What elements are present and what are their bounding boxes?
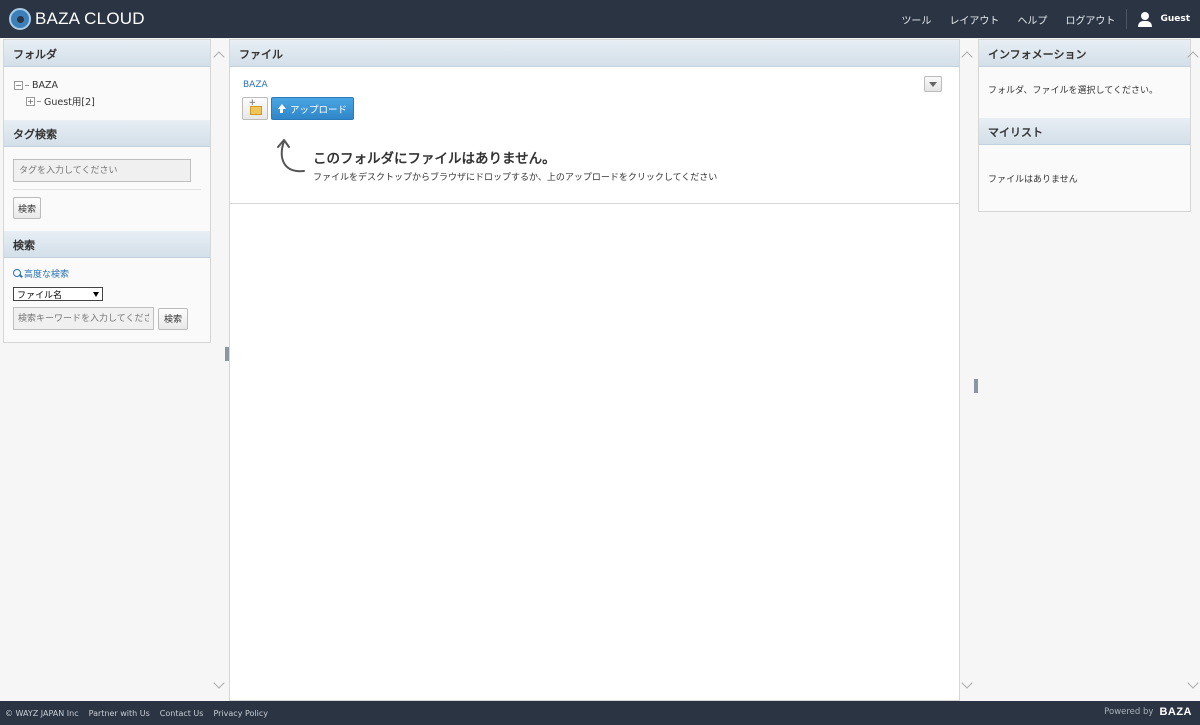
scroll-down-icon[interactable] bbox=[213, 677, 225, 689]
folder-tree: − BAZA + Guest用[2] bbox=[4, 67, 210, 120]
powered-by[interactable]: Powered by BAZA bbox=[1104, 706, 1192, 718]
divider bbox=[13, 189, 201, 190]
top-bar: BAZA CLOUD ツール レイアウト ヘルプ ログアウト Guest bbox=[0, 0, 1200, 38]
scroll-up-icon[interactable] bbox=[1187, 51, 1199, 63]
tag-search-title: タグ検索 bbox=[4, 120, 210, 147]
footer-privacy-link[interactable]: Privacy Policy bbox=[213, 709, 268, 718]
tree-connector bbox=[25, 84, 29, 86]
mylist-empty-text: ファイルはありません bbox=[988, 175, 1078, 185]
left-scrollbar[interactable] bbox=[212, 39, 226, 701]
expand-icon[interactable]: + bbox=[26, 96, 35, 106]
left-panel: フォルダ − BAZA + Guest用[2] タグ検索 検索 検索 高度な検索… bbox=[3, 39, 211, 343]
empty-state-hint: ファイルをデスクトップからブラウザにドロップするか、上のアップロードをクリックし… bbox=[313, 173, 718, 183]
baza-logo-icon bbox=[9, 8, 31, 30]
folder-panel-title: フォルダ bbox=[4, 40, 210, 67]
new-folder-icon bbox=[249, 98, 262, 115]
right-collapse-handle[interactable] bbox=[974, 379, 978, 393]
scroll-down-icon[interactable] bbox=[1187, 677, 1199, 689]
center-scrollbar[interactable] bbox=[960, 39, 974, 701]
keyword-row: 検索 bbox=[13, 307, 201, 330]
file-panel: ファイル BAZA アップロード このフォルダにファイルはありません。 ファイル… bbox=[229, 39, 960, 701]
search-field-value: ファイル名 bbox=[17, 290, 63, 301]
top-nav: ツール レイアウト ヘルプ ログアウト Guest bbox=[883, 0, 1190, 38]
tree-node-label[interactable]: Guest用[2] bbox=[44, 94, 95, 108]
baza-wordmark-logo: BAZA bbox=[1159, 706, 1192, 718]
footer: © WAYZ JAPAN Inc Partner with Us Contact… bbox=[0, 701, 1200, 725]
info-text: フォルダ、ファイルを選択してください。 bbox=[988, 86, 1159, 96]
right-panel: インフォメーション フォルダ、ファイルを選択してください。 マイリスト ファイル… bbox=[978, 39, 1191, 212]
footer-copyright: © WAYZ JAPAN Inc bbox=[5, 708, 79, 718]
right-scrollbar[interactable] bbox=[1186, 39, 1200, 701]
tree-node-root[interactable]: − BAZA bbox=[14, 77, 200, 93]
search-field-select[interactable]: ファイル名 bbox=[13, 287, 103, 301]
scroll-up-icon[interactable] bbox=[213, 51, 225, 63]
search-body: 高度な検索 ファイル名 検索 bbox=[4, 258, 210, 330]
nav-layout[interactable]: レイアウト bbox=[949, 12, 999, 27]
tag-search-body: 検索 bbox=[4, 147, 210, 231]
user-icon bbox=[1138, 11, 1153, 27]
user-menu[interactable]: Guest bbox=[1138, 11, 1190, 27]
advanced-search-link[interactable]: 高度な検索 bbox=[13, 266, 201, 280]
brand[interactable]: BAZA CLOUD bbox=[9, 7, 145, 31]
search-icon bbox=[13, 268, 22, 278]
collapse-icon[interactable]: − bbox=[14, 80, 23, 90]
search-title: 検索 bbox=[4, 231, 210, 258]
nav-tools[interactable]: ツール bbox=[901, 12, 931, 27]
tree-node-label[interactable]: BAZA bbox=[32, 80, 58, 91]
new-folder-button[interactable] bbox=[242, 97, 268, 120]
footer-contact-link[interactable]: Contact Us bbox=[160, 709, 204, 718]
nav-logout[interactable]: ログアウト bbox=[1065, 12, 1115, 27]
scroll-up-icon[interactable] bbox=[961, 51, 973, 63]
chevron-down-icon bbox=[93, 291, 99, 297]
curved-arrow-icon bbox=[277, 139, 305, 173]
scroll-down-icon[interactable] bbox=[961, 677, 973, 689]
nav-divider bbox=[1126, 9, 1128, 29]
upload-button[interactable]: アップロード bbox=[271, 97, 354, 120]
powered-by-label: Powered by bbox=[1104, 707, 1154, 717]
options-dropdown[interactable] bbox=[924, 76, 942, 92]
info-panel-title: インフォメーション bbox=[979, 40, 1190, 67]
file-panel-title: ファイル bbox=[230, 40, 959, 67]
tree-connector bbox=[37, 100, 41, 102]
footer-partner-link[interactable]: Partner with Us bbox=[89, 709, 150, 718]
tag-input[interactable] bbox=[13, 159, 191, 182]
keyword-input[interactable] bbox=[13, 307, 154, 330]
user-name: Guest bbox=[1160, 14, 1190, 24]
caret-down-icon bbox=[929, 81, 937, 87]
nav-help[interactable]: ヘルプ bbox=[1017, 12, 1047, 27]
tree-node-child[interactable]: + Guest用[2] bbox=[14, 93, 200, 109]
upload-icon bbox=[277, 104, 286, 113]
upload-label: アップロード bbox=[289, 104, 347, 116]
file-panel-body: BAZA アップロード このフォルダにファイルはありません。 ファイルをデスクト… bbox=[230, 67, 959, 204]
search-button[interactable]: 検索 bbox=[158, 307, 188, 330]
breadcrumb[interactable]: BAZA bbox=[243, 80, 268, 90]
brand-name: BAZA CLOUD bbox=[35, 9, 145, 28]
tag-search-button[interactable]: 検索 bbox=[13, 197, 41, 219]
empty-state-title: このフォルダにファイルはありません。 bbox=[313, 151, 556, 167]
mylist-panel-title: マイリスト bbox=[979, 118, 1190, 145]
advanced-search-label: 高度な検索 bbox=[24, 269, 70, 280]
